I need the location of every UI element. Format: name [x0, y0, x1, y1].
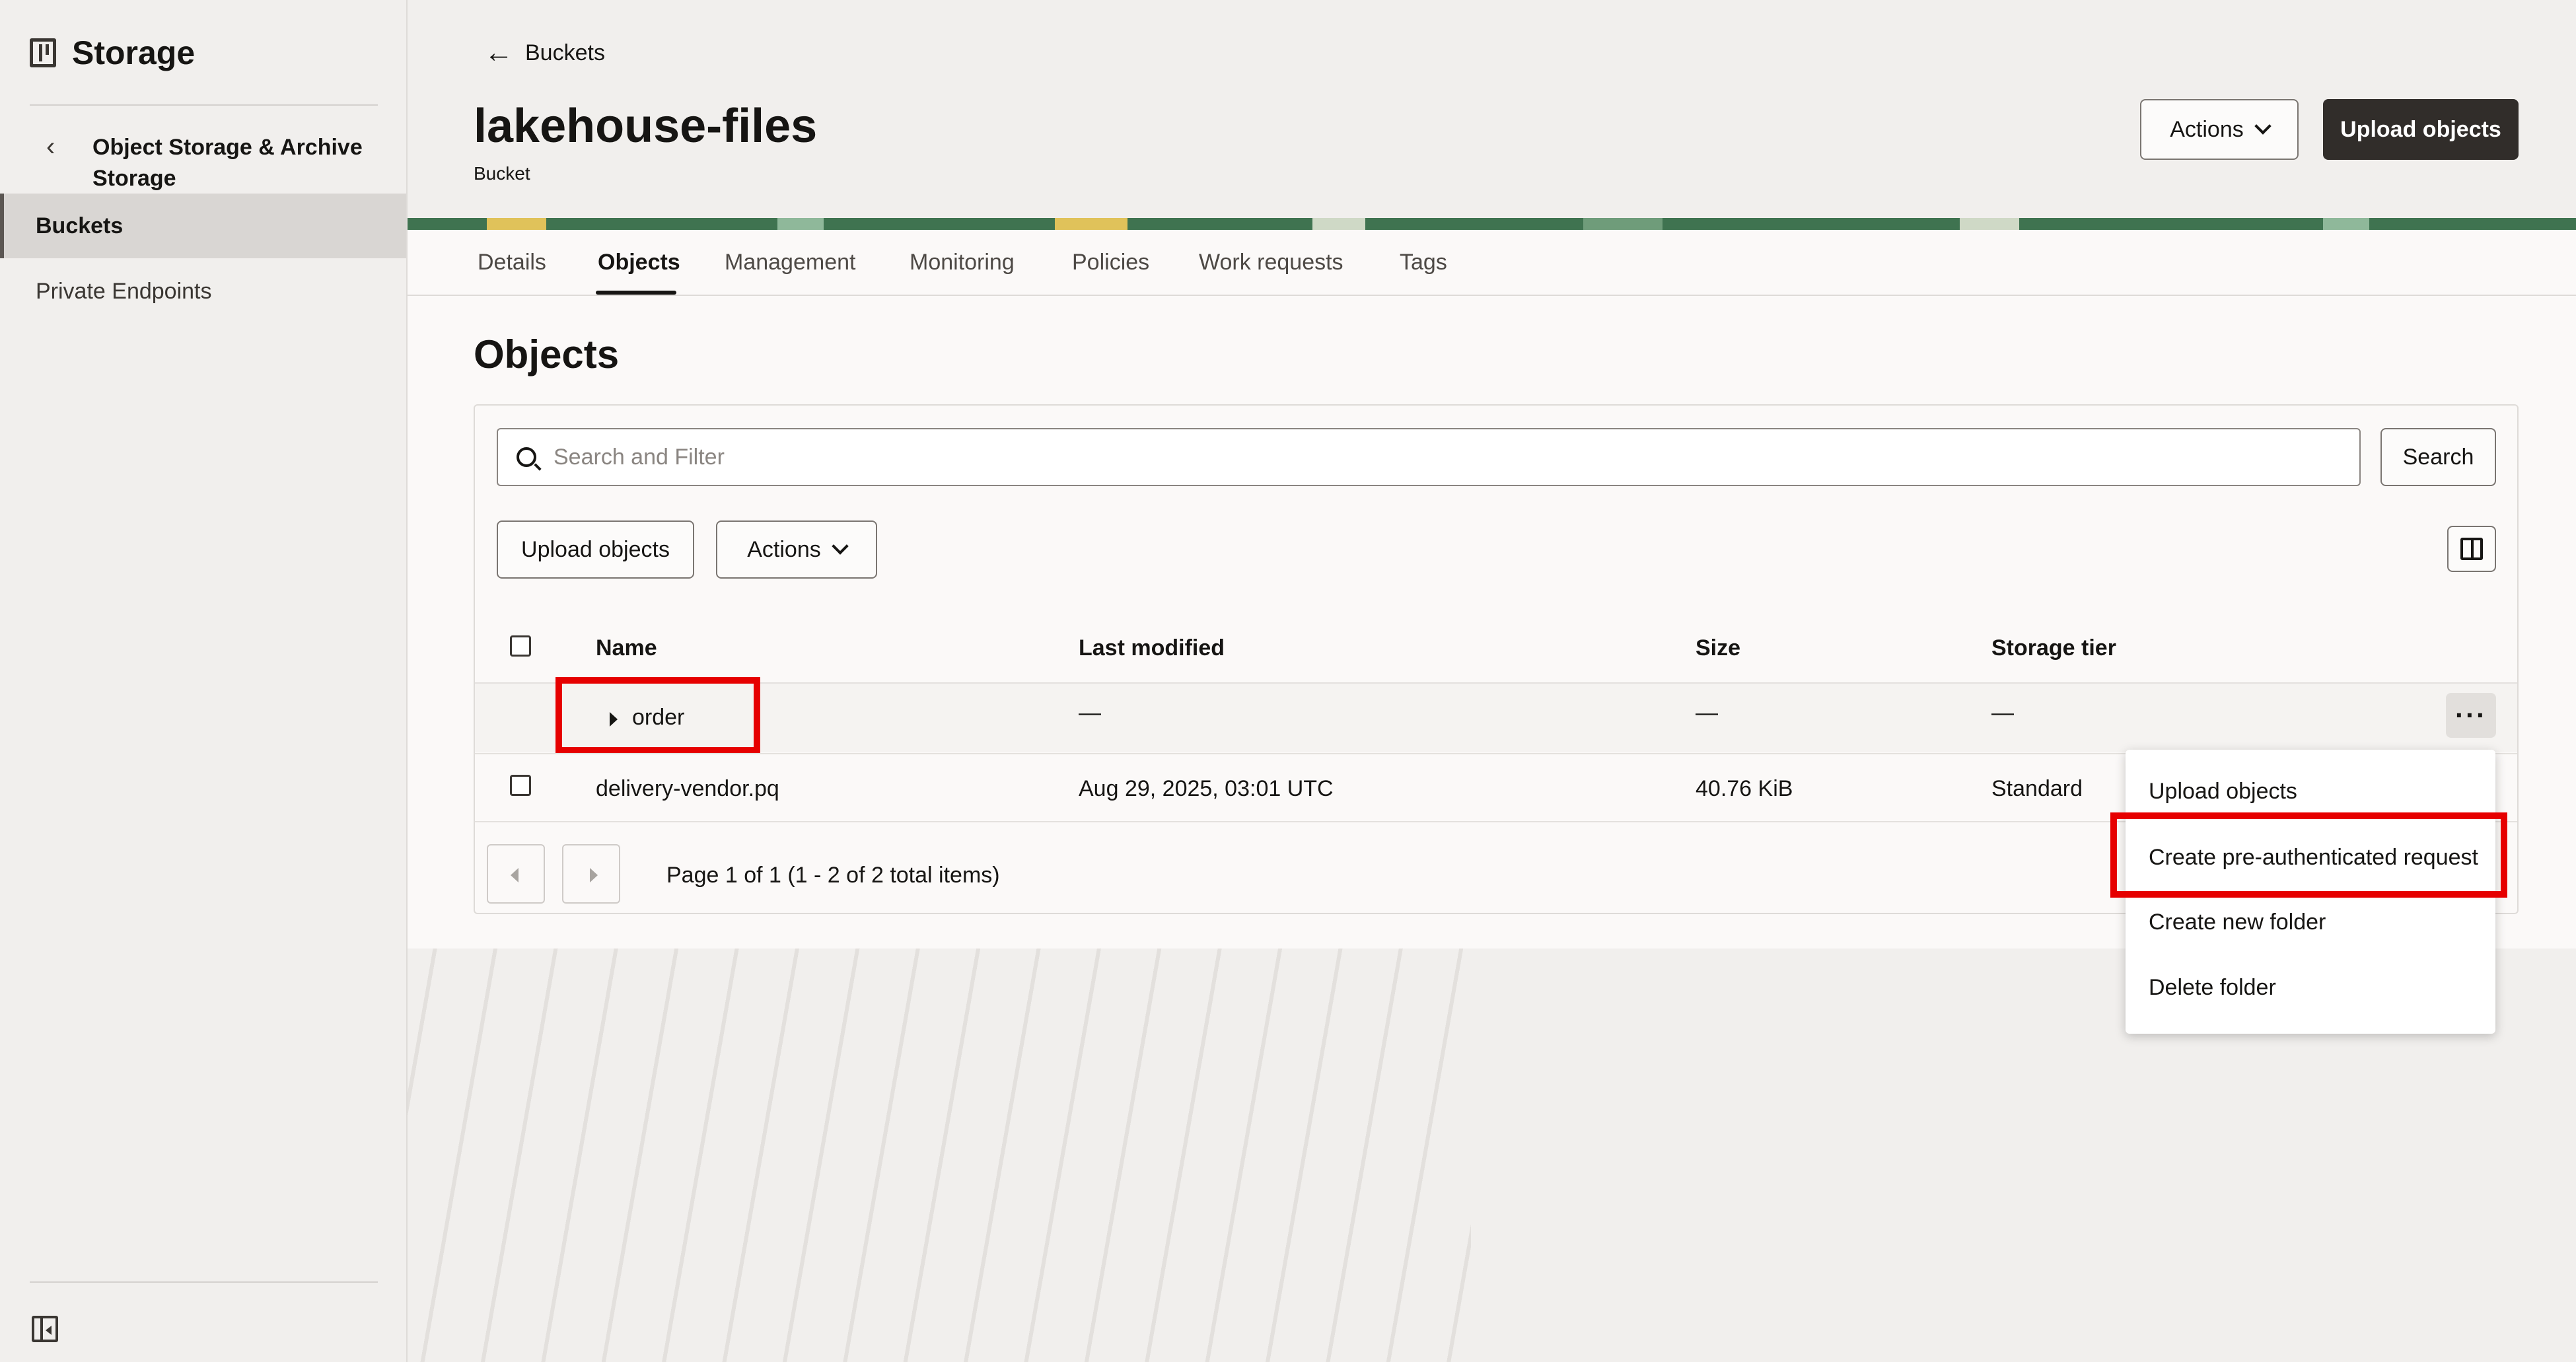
sidebar-header: Storage [30, 30, 195, 76]
previous-page-button[interactable] [487, 844, 545, 904]
menu-item-create-folder[interactable]: Create new folder [2126, 910, 2495, 935]
menu-item-upload-objects[interactable]: Upload objects [2126, 779, 2495, 805]
select-all-checkbox[interactable] [510, 635, 531, 657]
cell-last-modified: — [1079, 700, 1101, 725]
actions-label: Actions [2170, 116, 2244, 142]
objects-heading: Objects [474, 332, 620, 376]
sidebar-item-private-endpoints[interactable]: Private Endpoints [0, 259, 406, 324]
cell-storage-tier: — [1991, 700, 2014, 725]
page-subtitle: Bucket [474, 163, 530, 184]
tab-tags[interactable]: Tags [1400, 250, 1447, 275]
chevron-down-icon [2254, 118, 2272, 135]
page-title: lakehouse-files [474, 100, 818, 153]
tab-management[interactable]: Management [725, 250, 855, 275]
tab-policies[interactable]: Policies [1072, 250, 1149, 275]
row-divider [475, 682, 2517, 684]
tab-details[interactable]: Details [478, 250, 546, 275]
highlight-box-menu-item [2110, 812, 2507, 898]
sidebar-divider [30, 104, 378, 106]
caret-right-icon [590, 868, 598, 882]
chevron-left-icon[interactable]: ‹ [46, 132, 73, 162]
next-page-button[interactable] [562, 844, 620, 904]
caret-left-icon [511, 868, 519, 882]
pagination-status: Page 1 of 1 (1 - 2 of 2 total items) [666, 863, 1000, 888]
sidebar-item-label: Buckets [36, 213, 124, 238]
collapse-sidebar-icon[interactable] [32, 1316, 58, 1342]
sidebar-section-title[interactable]: Object Storage & Archive Storage [92, 132, 383, 194]
header-actions-button[interactable]: Actions [2140, 99, 2299, 160]
chevron-down-icon [832, 538, 849, 555]
back-to-buckets-link[interactable]: ← Buckets [484, 38, 605, 67]
cell-size: — [1696, 700, 1718, 725]
upload-objects-button[interactable]: Upload objects [497, 520, 694, 579]
active-tab-indicator [596, 291, 676, 295]
row-checkbox[interactable] [510, 775, 531, 796]
tab-monitoring[interactable]: Monitoring [910, 250, 1015, 275]
cell-storage-tier: Standard [1991, 776, 2083, 801]
column-layout-icon[interactable] [2447, 526, 2496, 572]
tab-bar: Details Objects Management Monitoring Po… [408, 230, 2576, 296]
search-field[interactable] [497, 428, 2361, 486]
decorative-banner [408, 218, 2576, 230]
header-upload-objects-button[interactable]: Upload objects [2323, 99, 2519, 160]
cell-last-modified: Aug 29, 2025, 03:01 UTC [1079, 776, 1334, 801]
sidebar: Storage ‹ Object Storage & Archive Stora… [0, 0, 408, 1362]
search-button[interactable]: Search [2380, 428, 2496, 486]
objects-actions-button[interactable]: Actions [716, 520, 877, 579]
actions-label: Actions [747, 536, 821, 562]
sidebar-footer-divider [30, 1281, 378, 1283]
search-input[interactable] [554, 444, 2271, 470]
sidebar-item-buckets[interactable]: Buckets [0, 194, 406, 258]
column-header-name[interactable]: Name [596, 635, 657, 661]
column-header-storage-tier[interactable]: Storage tier [1991, 635, 2116, 661]
storage-icon [30, 38, 56, 67]
sidebar-item-label: Private Endpoints [36, 278, 212, 304]
more-actions-icon[interactable]: ··· [2446, 693, 2496, 738]
cell-size: 40.76 KiB [1696, 776, 1793, 801]
column-header-size[interactable]: Size [1696, 635, 1740, 661]
texture-pattern [408, 949, 1471, 1362]
object-name[interactable]: delivery-vendor.pq [596, 776, 779, 802]
table-row [475, 684, 2517, 752]
back-link-label: Buckets [525, 40, 605, 65]
menu-item-delete-folder[interactable]: Delete folder [2126, 975, 2495, 1001]
tab-work-requests[interactable]: Work requests [1199, 250, 1343, 275]
sidebar-title: Storage [72, 34, 196, 71]
highlight-box-folder [555, 677, 760, 754]
arrow-left-icon: ← [484, 36, 513, 69]
search-icon [517, 447, 536, 467]
column-header-last-modified[interactable]: Last modified [1079, 635, 1225, 661]
tab-objects[interactable]: Objects [598, 250, 680, 275]
